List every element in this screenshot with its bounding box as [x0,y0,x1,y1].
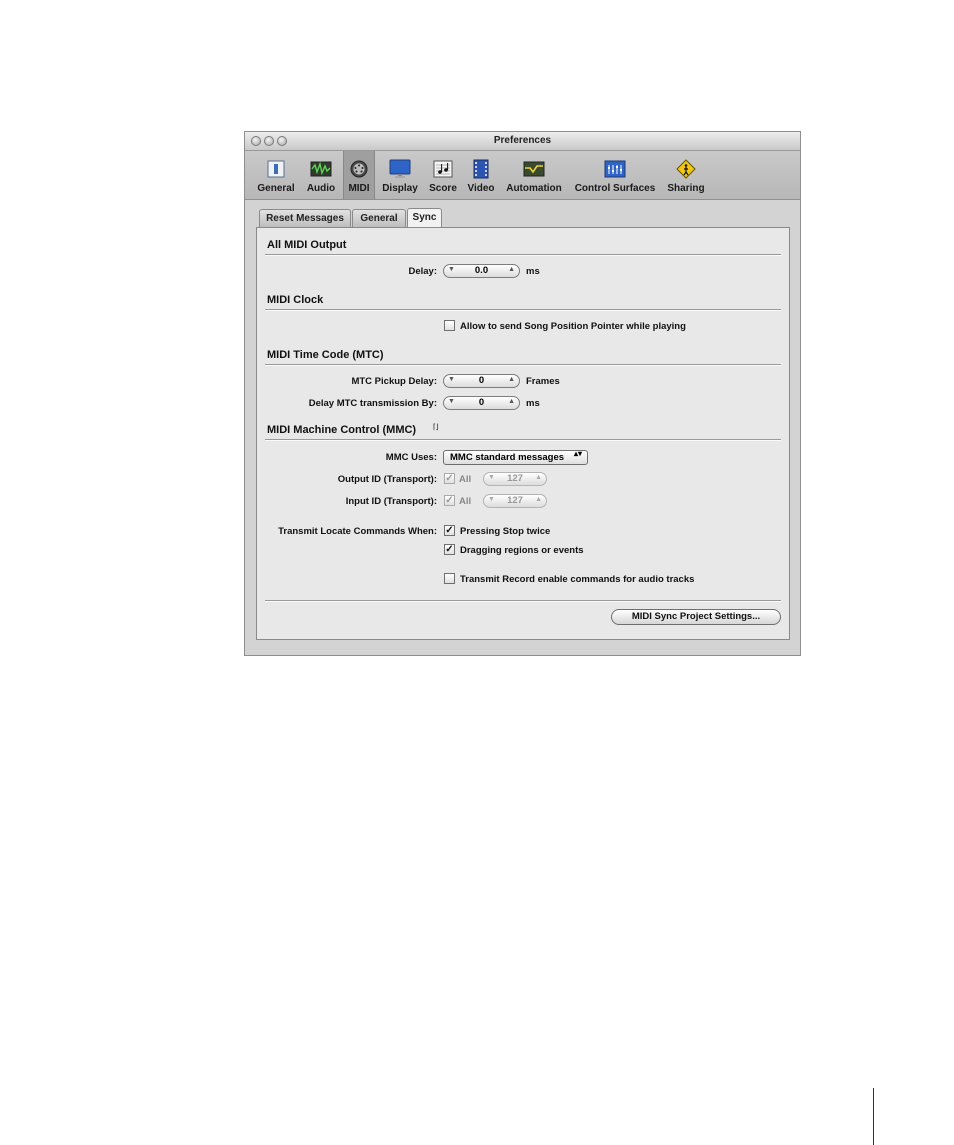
audio-icon [310,161,332,177]
mmc-uses-popup[interactable]: MMC standard messages ▴▾ [443,450,588,465]
toolbar-item-general[interactable]: General [255,151,297,199]
output-id-all-checkbox[interactable]: ✓ [444,473,455,484]
delay-unit: ms [526,266,540,277]
divider [265,364,781,366]
general-icon [267,160,285,178]
mtc-pickup-delay-unit: Frames [526,376,560,387]
section-heading-mtc: MIDI Time Code (MTC) [267,349,384,361]
record-enable-label: Transmit Record enable commands for audi… [460,574,695,585]
score-icon [433,160,453,178]
resize-handle-icon: ⌈⌋ [433,424,439,431]
mmc-uses-value: MMC standard messages [450,452,565,463]
input-id-all-label: All [459,496,472,507]
input-id-stepper[interactable]: ▼ 127 ▲ [483,494,547,508]
pressing-stop-checkbox[interactable]: ✓ [444,525,455,536]
pressing-stop-label: Pressing Stop twice [460,526,551,537]
divider [265,309,781,311]
sync-panel: All MIDI Output Delay: ▼ 0.0 ▲ ms MIDI C… [256,227,790,640]
increment-arrow-icon[interactable]: ▲ [508,266,515,273]
delay-stepper[interactable]: ▼ 0.0 ▲ [443,264,520,278]
toolbar-item-video[interactable]: Video [464,151,498,199]
divider [265,254,781,256]
divider [265,600,781,602]
divider [265,439,781,441]
transmit-locate-label: Transmit Locate Commands When: [278,526,437,537]
section-heading-midi-clock: MIDI Clock [267,294,324,306]
video-icon [473,159,489,179]
window-title: Preferences [493,135,552,146]
increment-arrow-icon[interactable]: ▲ [535,496,542,503]
mtc-pickup-delay-label: MTC Pickup Delay: [351,376,437,387]
record-enable-checkbox[interactable] [444,573,455,584]
dragging-regions-label: Dragging regions or events [460,545,584,556]
delay-label: Delay: [408,266,437,277]
toolbar-item-sharing[interactable]: Sharing [663,151,709,199]
toolbar-item-display[interactable]: Display [378,151,422,199]
send-spp-checkbox[interactable] [444,320,455,331]
toolbar-item-midi[interactable]: MIDI [343,151,375,199]
mtc-transmission-delay-label: Delay MTC transmission By: [308,398,437,409]
send-spp-label: Allow to send Song Position Pointer whil… [460,321,686,332]
output-id-stepper[interactable]: ▼ 127 ▲ [483,472,547,486]
output-id-all-label: All [459,474,472,485]
sharing-icon [676,159,696,179]
toolbar-item-audio[interactable]: Audio [301,151,341,199]
dragging-regions-checkbox[interactable]: ✓ [444,544,455,555]
section-heading-all-midi-output: All MIDI Output [267,239,347,251]
toolbar-item-automation[interactable]: Automation [502,151,566,199]
mtc-transmission-delay-unit: ms [526,398,540,409]
tab-sync[interactable]: Sync [407,208,442,228]
midi-sync-project-settings-button[interactable]: MIDI Sync Project Settings... [611,609,781,625]
popup-arrows-icon: ▴▾ [573,449,582,458]
output-id-label: Output ID (Transport): [337,474,437,485]
tab-general[interactable]: General [352,209,406,227]
preferences-window: Preferences General Audio MIDI Display S… [244,131,801,656]
section-heading-mmc: MIDI Machine Control (MMC) [267,424,417,436]
page-margin-rule [873,1088,874,1145]
midi-icon [350,160,368,178]
input-id-label: Input ID (Transport): [345,496,437,507]
input-id-all-checkbox[interactable]: ✓ [444,495,455,506]
tab-reset-messages[interactable]: Reset Messages [259,209,351,227]
mtc-pickup-delay-stepper[interactable]: ▼ 0 ▲ [443,374,520,388]
preferences-toolbar: General Audio MIDI Display Score Video A… [245,151,800,200]
increment-arrow-icon[interactable]: ▲ [508,376,515,383]
mmc-uses-label: MMC Uses: [385,452,437,463]
automation-icon [523,161,545,177]
title-bar: Preferences [245,132,800,151]
increment-arrow-icon[interactable]: ▲ [535,474,542,481]
toolbar-item-score[interactable]: Score [425,151,461,199]
display-icon [389,159,411,178]
mtc-transmission-delay-stepper[interactable]: ▼ 0 ▲ [443,396,520,410]
toolbar-item-control-surfaces[interactable]: Control Surfaces [571,151,659,199]
control-surfaces-icon [604,160,626,178]
increment-arrow-icon[interactable]: ▲ [508,398,515,405]
